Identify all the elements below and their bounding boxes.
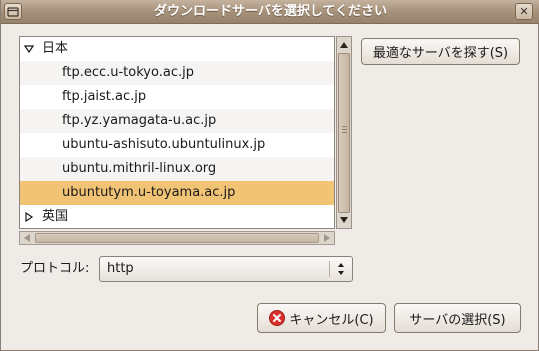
- horizontal-scroll-thumb[interactable]: [35, 233, 319, 243]
- scroll-right-arrow-icon[interactable]: [320, 232, 334, 244]
- select-server-button[interactable]: サーバの選択(S): [394, 303, 521, 333]
- expander-expanded-icon[interactable]: [24, 44, 34, 54]
- server-name: ubuntu.mithril-linux.org: [62, 161, 217, 176]
- horizontal-scrollbar[interactable]: [19, 231, 335, 245]
- window-menu-button[interactable]: [4, 3, 22, 20]
- close-button[interactable]: ✕: [515, 3, 533, 20]
- server-name: ftp.ecc.u-tokyo.ac.jp: [62, 65, 194, 80]
- scroll-down-arrow-icon[interactable]: [337, 213, 351, 227]
- tree-group-label: 英国: [42, 209, 69, 224]
- cancel-button[interactable]: キャンセル(C): [257, 303, 386, 333]
- combo-separator: [329, 261, 330, 277]
- tree-group-row[interactable]: 英国: [20, 205, 334, 228]
- tree-group-row[interactable]: 日本: [20, 37, 334, 61]
- expander-collapsed-icon[interactable]: [24, 212, 34, 222]
- protocol-value: http: [107, 261, 134, 276]
- dialog-window: ダウンロードサーバを選択してください ✕ 日本 ftp.ecc.u-tokyo.…: [0, 0, 539, 351]
- server-row-selected[interactable]: ubuntutym.u-toyama.ac.jp: [20, 181, 334, 205]
- vertical-scrollbar[interactable]: [336, 36, 352, 229]
- window-title: ダウンロードサーバを選択してください: [153, 4, 388, 19]
- title-bar[interactable]: ダウンロードサーバを選択してください ✕: [1, 0, 539, 24]
- server-name: ubuntu-ashisuto.ubuntulinux.jp: [62, 137, 266, 152]
- server-row[interactable]: ubuntu.mithril-linux.org: [20, 157, 334, 181]
- cancel-button-label: キャンセル(C): [289, 312, 374, 328]
- server-row[interactable]: ubuntu-ashisuto.ubuntulinux.jp: [20, 133, 334, 157]
- server-name: ubuntutym.u-toyama.ac.jp: [62, 185, 236, 200]
- scroll-left-arrow-icon[interactable]: [20, 232, 34, 244]
- cancel-icon: [269, 310, 286, 326]
- window-menu-icon: [7, 6, 19, 17]
- find-best-server-button[interactable]: 最適なサーバを探す(S): [361, 38, 520, 65]
- scroll-up-arrow-icon[interactable]: [337, 38, 351, 52]
- server-row[interactable]: ftp.yz.yamagata-u.ac.jp: [20, 109, 334, 133]
- server-row[interactable]: ftp.ecc.u-tokyo.ac.jp: [20, 61, 334, 85]
- protocol-select[interactable]: http: [99, 256, 353, 282]
- updown-arrow-icon: [338, 263, 344, 275]
- protocol-label: プロトコル:: [20, 261, 90, 276]
- vertical-scroll-thumb[interactable]: [338, 53, 350, 213]
- close-icon: ✕: [519, 5, 529, 18]
- server-name: ftp.jaist.ac.jp: [62, 89, 147, 104]
- tree-group-label: 日本: [42, 41, 69, 56]
- server-row[interactable]: ftp.jaist.ac.jp: [20, 85, 334, 109]
- server-tree[interactable]: 日本 ftp.ecc.u-tokyo.ac.jp ftp.jaist.ac.jp…: [19, 36, 335, 229]
- server-name: ftp.yz.yamagata-u.ac.jp: [62, 113, 217, 128]
